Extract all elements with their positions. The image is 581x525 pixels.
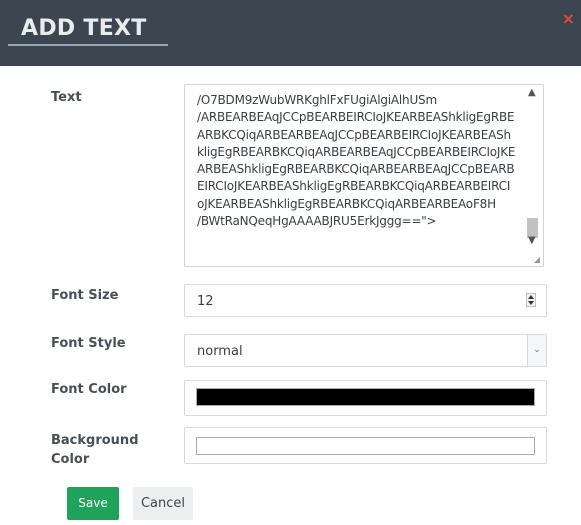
number-spinner-icon[interactable] (526, 293, 536, 307)
resize-handle-icon[interactable]: ◢ (534, 255, 540, 264)
text-textarea-value: /O7BDM9zWubWRKghlFxFUgiAlgiAlhUSm /ARBEA… (197, 93, 516, 229)
dialog-header: ADD TEXT × (0, 0, 581, 66)
scroll-down-icon[interactable]: ▼ (528, 235, 536, 246)
font-color-swatch[interactable] (196, 388, 535, 406)
font-size-input[interactable]: 12 (184, 284, 547, 317)
font-color-field[interactable] (184, 380, 547, 416)
scroll-up-icon[interactable]: ▲ (528, 87, 536, 98)
background-color-label-line1: Background (51, 433, 139, 448)
textarea-scrollbar[interactable]: ▲ ▼ (525, 87, 539, 263)
font-style-select[interactable]: normal ⌄ (184, 334, 547, 367)
chevron-down-icon[interactable]: ⌄ (527, 335, 546, 366)
font-style-label: Font Style (51, 336, 126, 351)
font-color-label: Font Color (51, 382, 127, 397)
dialog-title: ADD TEXT (21, 16, 147, 41)
save-button[interactable]: Save (67, 487, 119, 520)
background-color-label-line2: Color (51, 452, 90, 467)
font-size-label: Font Size (51, 288, 119, 303)
add-text-dialog: ADD TEXT × Text /O7BDM9zWubWRKghlFxFUgiA… (0, 0, 581, 525)
text-textarea[interactable]: /O7BDM9zWubWRKghlFxFUgiAlgiAlhUSm /ARBEA… (184, 84, 544, 267)
background-color-field[interactable] (184, 427, 547, 464)
text-label: Text (51, 90, 82, 105)
font-style-value: normal (197, 344, 243, 359)
font-size-value: 12 (197, 294, 214, 309)
close-icon[interactable]: × (562, 9, 575, 28)
cancel-button[interactable]: Cancel (133, 487, 193, 520)
title-underline (8, 44, 168, 46)
background-color-swatch[interactable] (196, 437, 535, 455)
